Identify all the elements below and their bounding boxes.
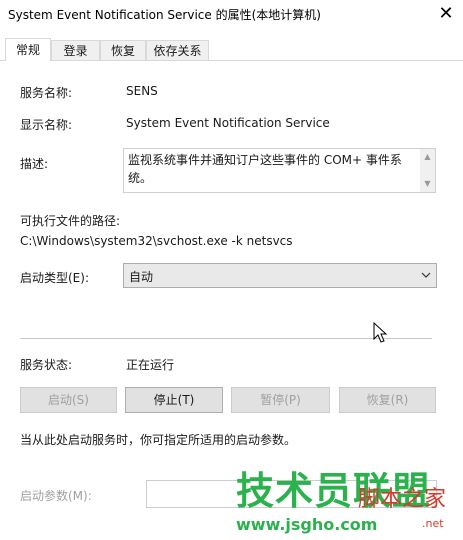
- watermark-url: www.jsgho.com: [236, 515, 378, 534]
- window-title: System Event Notification Service 的属性(本地…: [8, 8, 321, 22]
- pause-button[interactable]: 暂停(P): [231, 387, 330, 413]
- watermark-net: .net: [422, 517, 444, 530]
- description-field[interactable]: 监视系统事件并通知订户这些事件的 COM+ 事件系统。 ▲ ▼: [123, 148, 436, 193]
- description-scrollbar[interactable]: ▲ ▼: [420, 149, 435, 192]
- service-status-value: 正在运行: [126, 358, 175, 372]
- tab-general[interactable]: 常规: [5, 38, 51, 61]
- stop-button[interactable]: 停止(T): [125, 387, 223, 413]
- exe-path-value[interactable]: C:\Windows\system32\svchost.exe -k netsv…: [20, 234, 293, 248]
- scroll-up-icon[interactable]: ▲: [420, 150, 435, 164]
- watermark: 技术员联盟 脚本之家 www.jsgho.com .net: [236, 469, 461, 539]
- tab-dependencies[interactable]: 依存关系: [146, 40, 209, 60]
- scroll-down-icon[interactable]: ▼: [420, 177, 435, 191]
- mouse-cursor-icon: [373, 322, 388, 343]
- start-button[interactable]: 启动(S): [20, 387, 117, 413]
- chevron-down-icon: [421, 272, 431, 278]
- service-status-label: 服务状态:: [20, 358, 73, 372]
- startup-type-select[interactable]: 自动: [123, 263, 437, 288]
- startup-type-value: 自动: [129, 270, 154, 284]
- watermark-side-text: 脚本之家: [358, 487, 447, 512]
- resume-button[interactable]: 恢复(R): [339, 387, 436, 413]
- service-name-value: SENS: [126, 84, 158, 98]
- start-params-hint: 当从此处启动服务时，你可指定所适用的启动参数。: [20, 433, 297, 447]
- exe-path-label: 可执行文件的路径:: [20, 214, 121, 228]
- title-bar: System Event Notification Service 的属性(本地…: [0, 0, 463, 30]
- display-name-value[interactable]: System Event Notification Service: [126, 116, 330, 130]
- description-label: 描述:: [20, 157, 49, 171]
- tab-logon[interactable]: 登录: [51, 40, 100, 60]
- display-name-label: 显示名称:: [20, 118, 73, 132]
- section-divider: [20, 338, 432, 339]
- start-params-label: 启动参数(M):: [20, 489, 92, 503]
- close-icon[interactable]: ✕: [431, 2, 461, 26]
- tab-recovery[interactable]: 恢复: [100, 40, 146, 60]
- service-name-label: 服务名称:: [20, 86, 73, 100]
- startup-type-label: 启动类型(E):: [20, 271, 89, 285]
- description-value: 监视系统事件并通知订户这些事件的 COM+ 事件系统。: [128, 153, 402, 185]
